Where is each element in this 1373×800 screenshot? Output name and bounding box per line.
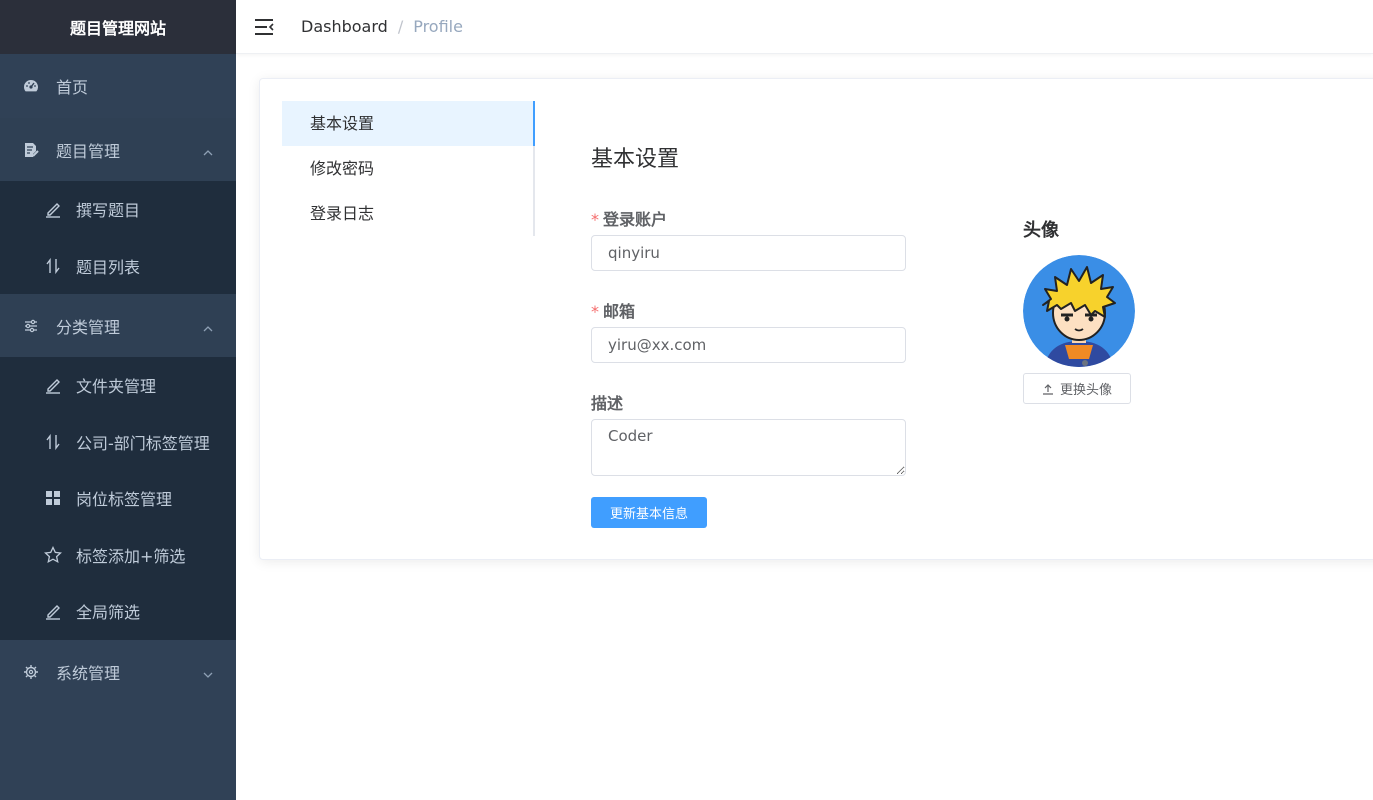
tab-change-password[interactable]: 修改密码	[282, 146, 533, 191]
profile-card: 基本设置 修改密码 登录日志 基本设置 *登录账户 *邮箱 描述 Coder 更…	[259, 78, 1373, 560]
sidebar-menu-questions[interactable]: 题目管理	[0, 118, 236, 181]
account-input[interactable]	[591, 235, 906, 271]
sidebar-item-label: 题目管理	[56, 141, 121, 161]
account-label-text: 登录账户	[603, 210, 668, 229]
change-avatar-label: 更换头像	[1059, 383, 1112, 398]
breadcrumb-dashboard[interactable]: Dashboard	[301, 17, 388, 36]
grid-icon	[44, 489, 62, 507]
avatar-label: 头像	[1023, 220, 1059, 241]
vertical-tabs: 基本设置 修改密码 登录日志	[282, 101, 535, 236]
breadcrumb: Dashboard / Profile	[301, 17, 463, 36]
required-mark: *	[591, 210, 599, 229]
sidebar-item-label: 系统管理	[56, 663, 121, 683]
gear-icon	[22, 663, 40, 681]
dashboard-icon	[22, 77, 40, 95]
email-input[interactable]	[591, 327, 906, 363]
tab-login-log[interactable]: 登录日志	[282, 191, 533, 236]
upload-icon	[1042, 383, 1054, 395]
app-logo[interactable]: 题目管理网站	[0, 0, 236, 54]
navbar: Dashboard / Profile	[236, 0, 1373, 54]
sidebar-item-label: 全局筛选	[76, 603, 141, 623]
sidebar-item-label: 标签添加+筛选	[76, 546, 186, 566]
avatar-image[interactable]	[1023, 255, 1135, 367]
chevron-up-icon	[202, 144, 214, 156]
email-label: * 邮箱	[591, 298, 635, 322]
sidebar-item-label: 岗位标签管理	[76, 490, 173, 510]
sliders-icon	[22, 317, 40, 335]
sidebar-item-label: 题目列表	[76, 257, 141, 277]
email-label-text: 邮箱	[603, 302, 636, 321]
sidebar-menu-categories[interactable]: 分类管理	[0, 294, 236, 357]
sidebar-item-folder-manage[interactable]: 文件夹管理	[0, 357, 236, 414]
chevron-down-icon	[202, 666, 214, 678]
sidebar-item-question-list[interactable]: 题目列表	[0, 238, 236, 295]
document-edit-icon	[22, 141, 40, 159]
sort-icon	[44, 257, 62, 275]
edit-icon	[44, 200, 62, 218]
sidebar-item-global-filter[interactable]: 全局筛选	[0, 583, 236, 640]
sidebar: 题目管理网站 首页 题目管理 撰写题目 题目列表 分类管理 文件夹管理 公司-部…	[0, 0, 236, 800]
sidebar-item-label: 撰写题目	[76, 201, 141, 221]
breadcrumb-profile: Profile	[413, 17, 463, 36]
sidebar-item-label: 首页	[56, 78, 89, 97]
tab-basic-settings[interactable]: 基本设置	[282, 101, 535, 146]
sidebar-item-home[interactable]: 首页	[0, 54, 236, 118]
sort-icon	[44, 433, 62, 451]
account-label: * 登录账户	[591, 206, 667, 230]
sidebar-item-company-tags[interactable]: 公司-部门标签管理	[0, 414, 236, 471]
star-icon	[44, 545, 62, 564]
sidebar-item-write-question[interactable]: 撰写题目	[0, 181, 236, 238]
sidebar-item-label: 分类管理	[56, 317, 121, 337]
hamburger-icon[interactable]	[254, 17, 274, 37]
sidebar-item-tag-add-filter[interactable]: 标签添加+筛选	[0, 527, 236, 584]
edit-icon	[44, 602, 62, 620]
change-avatar-button[interactable]: 更换头像	[1023, 373, 1131, 404]
breadcrumb-separator: /	[397, 17, 404, 36]
sidebar-item-position-tags[interactable]: 岗位标签管理	[0, 470, 236, 527]
submenu-questions: 撰写题目 题目列表	[0, 181, 236, 294]
chevron-up-icon	[202, 320, 214, 332]
description-textarea[interactable]: Coder	[591, 419, 906, 476]
sidebar-item-label: 文件夹管理	[76, 377, 157, 397]
required-mark: *	[591, 302, 599, 321]
sidebar-menu-system[interactable]: 系统管理	[0, 639, 236, 704]
update-info-button[interactable]: 更新基本信息	[591, 497, 707, 528]
edit-icon	[44, 376, 62, 394]
sidebar-item-label: 公司-部门标签管理	[76, 433, 210, 453]
section-title: 基本设置	[591, 147, 680, 172]
description-label: 描述	[591, 394, 624, 413]
submenu-categories: 文件夹管理 公司-部门标签管理 岗位标签管理 标签添加+筛选 全局筛选	[0, 357, 236, 640]
